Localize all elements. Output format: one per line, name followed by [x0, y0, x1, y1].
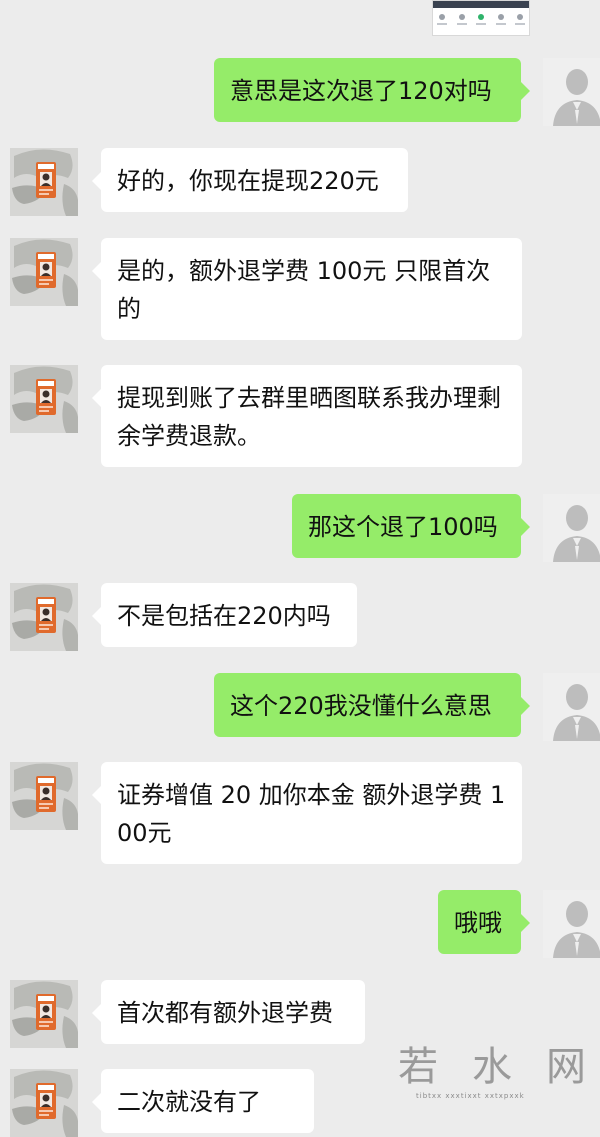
message-bubble[interactable]: 哦哦: [438, 890, 530, 954]
contact-avatar[interactable]: [10, 365, 78, 433]
contact-avatar[interactable]: [10, 980, 78, 1048]
thumbnail-tab-icon: [437, 14, 447, 28]
user-avatar[interactable]: [543, 58, 600, 126]
thumbnail-tab-icon: [515, 14, 525, 28]
thumbnail-header-bar: [433, 1, 529, 8]
message-bubble[interactable]: 好的，你现在提现220元: [92, 148, 408, 212]
message-bubble[interactable]: 证券增值 20 加你本金 额外退学费 100元: [92, 762, 522, 864]
contact-avatar[interactable]: [10, 1069, 78, 1137]
contact-avatar[interactable]: [10, 148, 78, 216]
contact-avatar[interactable]: [10, 583, 78, 651]
user-avatar[interactable]: [543, 673, 600, 741]
message-bubble[interactable]: 那这个退了100吗: [292, 494, 530, 558]
message-bubble[interactable]: 二次就没有了: [92, 1069, 314, 1133]
contact-avatar[interactable]: [10, 238, 78, 306]
thumbnail-tab-bar: [437, 14, 525, 28]
message-bubble[interactable]: 是的，额外退学费 100元 只限首次的: [92, 238, 522, 340]
screenshot-thumbnail: [432, 0, 530, 36]
watermark-tagline: tibtxx xxxtixxt xxtxpxxk: [416, 1092, 525, 1100]
contact-avatar[interactable]: [10, 762, 78, 830]
thumbnail-tab-icon: [456, 14, 467, 28]
site-watermark: 若水网 tibtxx xxxtixxt xxtxpxxk: [380, 1030, 600, 1107]
message-bubble[interactable]: 首次都有额外退学费: [92, 980, 365, 1044]
message-bubble[interactable]: 不是包括在220内吗: [92, 583, 357, 647]
message-bubble[interactable]: 意思是这次退了120对吗: [214, 58, 530, 122]
watermark-logo-text: 若水网: [398, 1044, 600, 1090]
user-avatar[interactable]: [543, 494, 600, 562]
thumbnail-tab-icon: [495, 14, 506, 28]
user-avatar[interactable]: [543, 890, 600, 958]
thumbnail-tab-icon-active: [476, 14, 486, 28]
message-bubble[interactable]: 这个220我没懂什么意思: [214, 673, 530, 737]
message-bubble[interactable]: 提现到账了去群里晒图联系我办理剩余学费退款。: [92, 365, 522, 467]
